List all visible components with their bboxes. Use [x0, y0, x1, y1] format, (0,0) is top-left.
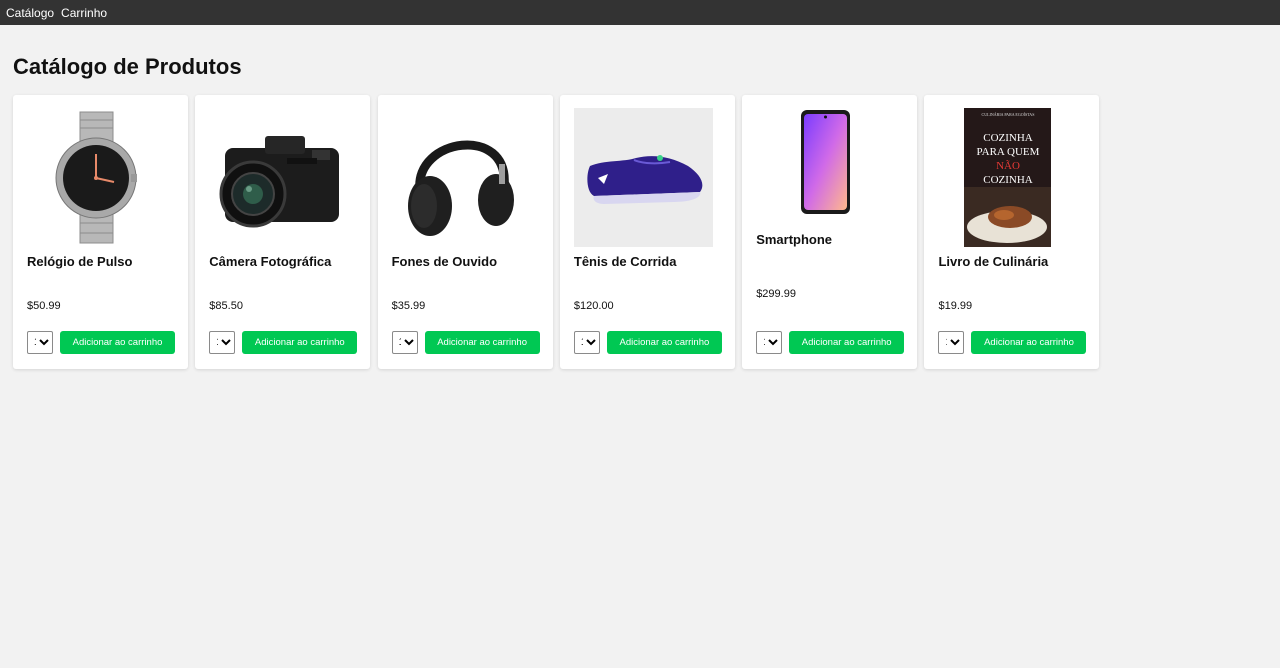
product-card: Tênis de Corrida $120.00 1 Adicionar ao …	[559, 95, 735, 369]
quantity-select[interactable]: 1	[938, 331, 965, 354]
product-card: Smartphone $299.99 1 Adicionar ao carrin…	[742, 95, 918, 369]
book-cover-line4: COZINHA	[983, 174, 1033, 186]
product-price: $50.99	[27, 300, 61, 312]
quantity-select[interactable]: 1	[573, 331, 600, 354]
product-price: $35.99	[391, 300, 426, 312]
product-name: Fones de Ouvido	[391, 254, 498, 269]
quantity-select[interactable]: 1	[391, 331, 418, 354]
nav-catalog-link[interactable]: Catálogo	[6, 6, 54, 20]
product-image-watch	[27, 108, 166, 247]
add-to-cart-button[interactable]: Adicionar ao carrinho	[606, 331, 722, 354]
product-price: $120.00	[573, 300, 614, 312]
product-card: Fones de Ouvido $35.99 1 Adicionar ao ca…	[377, 95, 553, 369]
book-cover-line1: COZINHA	[983, 132, 1033, 144]
product-price: $19.99	[938, 300, 973, 312]
nav-cart-link[interactable]: Carrinho	[61, 6, 107, 20]
product-name: Câmera Fotográfica	[209, 254, 332, 269]
quantity-select[interactable]: 1	[756, 331, 783, 354]
book-cover-line3: NÃO	[996, 160, 1020, 172]
book-cover-line2: PARA QUEM	[976, 146, 1040, 158]
product-card: Relógio de Pulso $50.99 1 Adicionar ao c…	[13, 95, 188, 369]
add-to-cart-button[interactable]: Adicionar ao carrinho	[60, 331, 175, 354]
product-name: Tênis de Corrida	[573, 254, 677, 269]
product-price: $85.50	[209, 300, 243, 312]
book-cover-top-text: CULINÁRIA PARA EGOÍSTAS	[981, 112, 1035, 117]
add-to-cart-button[interactable]: Adicionar ao carrinho	[971, 331, 1087, 354]
page-title: Catálogo de Produtos	[13, 54, 242, 79]
product-name: Livro de Culinária	[938, 254, 1049, 269]
product-card: CULINÁRIA PARA EGOÍSTAS COZINHA PARA QUE…	[924, 95, 1100, 369]
product-image-smartphone	[756, 108, 895, 226]
add-to-cart-button[interactable]: Adicionar ao carrinho	[242, 331, 358, 354]
product-image-running-shoe	[573, 108, 713, 247]
product-grid: Relógio de Pulso $50.99 1 Adicionar ao c…	[13, 95, 1107, 369]
product-image-camera	[209, 108, 348, 247]
add-to-cart-button[interactable]: Adicionar ao carrinho	[424, 331, 540, 354]
product-card: Câmera Fotográfica $85.50 1 Adicionar ao…	[195, 95, 371, 369]
top-nav: Catálogo Carrinho	[0, 0, 1280, 25]
product-image-headphones	[392, 108, 531, 247]
product-price: $299.99	[756, 288, 796, 300]
product-name: Relógio de Pulso	[27, 254, 133, 269]
quantity-select[interactable]: 1	[209, 331, 236, 354]
add-to-cart-button[interactable]: Adicionar ao carrinho	[789, 331, 905, 354]
product-name: Smartphone	[756, 232, 833, 247]
quantity-select[interactable]: 1	[27, 331, 53, 354]
product-image-cookbook: CULINÁRIA PARA EGOÍSTAS COZINHA PARA QUE…	[938, 108, 1077, 247]
